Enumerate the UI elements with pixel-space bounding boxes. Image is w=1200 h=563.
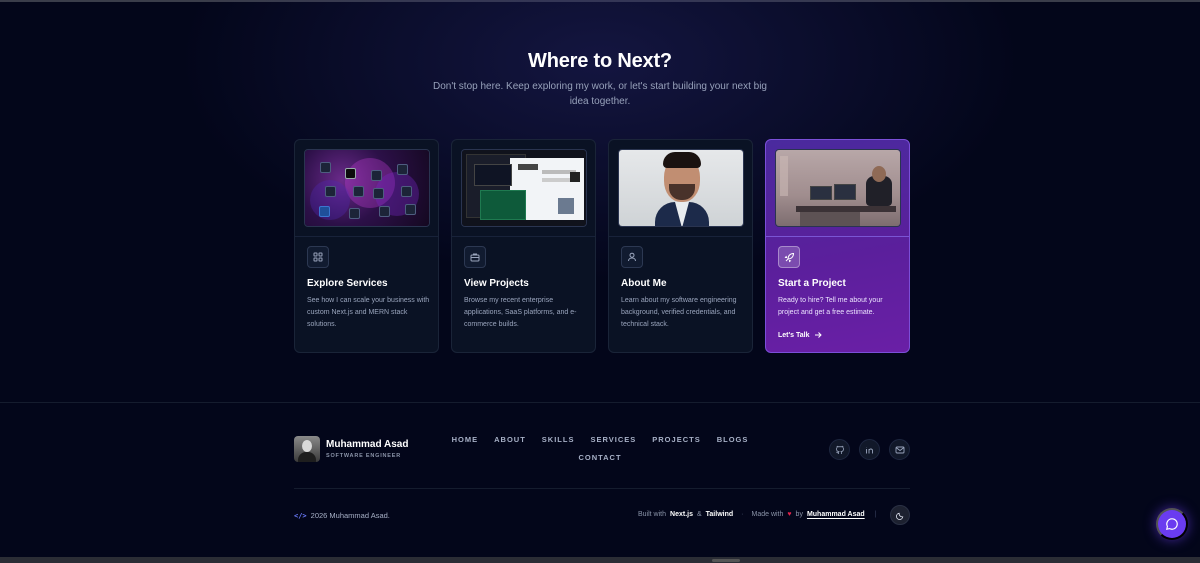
workspace-photo <box>775 149 901 227</box>
rocket-icon <box>778 246 800 268</box>
tech-stack-logos-image <box>304 149 430 227</box>
section-title: Where to Next? <box>528 50 672 72</box>
made-with-label: Made with <box>751 511 784 518</box>
built-with-label: Built with <box>638 511 667 518</box>
card-title: Start a Project <box>778 278 846 289</box>
footer-divider <box>0 402 1200 403</box>
footer-divider <box>294 488 910 489</box>
mail-icon <box>895 446 904 453</box>
card-image-area <box>609 140 752 237</box>
scrollbar-thumb[interactable] <box>712 559 740 562</box>
nav-link-projects[interactable]: PROJECTS <box>652 435 700 453</box>
copyright-text: 2026 Muhammad Asad. <box>310 511 390 520</box>
linkedin-link[interactable] <box>859 439 880 460</box>
email-link[interactable] <box>889 439 910 460</box>
brand-role: SOFTWARE ENGINEER <box>326 453 402 459</box>
section-subtitle: Don't stop here. Keep exploring my work,… <box>433 81 767 107</box>
copyright: </> 2026 Muhammad Asad. <box>294 511 390 520</box>
card-about-me[interactable]: About Me Learn about my software enginee… <box>608 139 753 353</box>
nav-link-skills[interactable]: SKILLS <box>542 435 575 453</box>
nav-link-home[interactable]: HOME <box>452 435 479 453</box>
nav-link-about[interactable]: ABOUT <box>494 435 526 453</box>
heart-icon: ♥ <box>787 511 792 518</box>
author-link[interactable]: Muhammad Asad <box>807 511 865 518</box>
separator: | <box>874 511 877 518</box>
nav-link-services[interactable]: SERVICES <box>590 435 636 453</box>
github-icon <box>835 445 844 454</box>
code-icon: </> <box>294 511 307 520</box>
theme-toggle-button[interactable] <box>890 505 910 525</box>
github-link[interactable] <box>829 439 850 460</box>
card-title: Explore Services <box>307 278 388 289</box>
card-image-area <box>295 140 438 237</box>
card-explore-services[interactable]: Explore Services See how I can scale you… <box>294 139 439 353</box>
linkedin-icon <box>865 446 873 453</box>
moon-icon <box>895 512 903 520</box>
nav-link-contact[interactable]: CONTACT <box>578 453 621 471</box>
grid-icon <box>307 246 329 268</box>
arrow-right-icon <box>814 332 822 338</box>
briefcase-icon <box>464 246 486 268</box>
card-description: Ready to hire? Tell me about your projec… <box>778 297 883 316</box>
card-image-area <box>766 140 909 237</box>
window-bottom-scrollbar <box>0 557 1200 563</box>
card-image-area <box>452 140 595 237</box>
nav-link-blogs[interactable]: BLOGS <box>717 435 749 453</box>
separator-dot: · <box>741 511 744 518</box>
footer-nav: HOME ABOUT SKILLS SERVICES PROJECTS BLOG… <box>452 435 748 471</box>
card-description: Learn about my software engineering back… <box>621 297 737 328</box>
portrait-photo <box>618 149 744 227</box>
tech-tailwind: Tailwind <box>705 511 734 518</box>
card-description: See how I can scale your business with c… <box>307 297 430 328</box>
card-title: View Projects <box>464 278 529 289</box>
lets-talk-link[interactable]: Let's Talk <box>778 331 822 339</box>
chat-button[interactable] <box>1156 508 1188 540</box>
chat-bubble-icon <box>1166 518 1178 530</box>
tech-nextjs: Next.js <box>670 511 693 518</box>
avatar[interactable] <box>294 436 320 462</box>
built-with: Built with Next.js & Tailwind · Made wit… <box>638 511 876 518</box>
cta-label: Let's Talk <box>778 331 810 339</box>
card-title: About Me <box>621 278 667 289</box>
card-start-a-project[interactable]: Start a Project Ready to hire? Tell me a… <box>765 139 910 353</box>
user-icon <box>621 246 643 268</box>
card-view-projects[interactable]: View Projects Browse my recent enterpris… <box>451 139 596 353</box>
by-label: by <box>795 511 803 518</box>
brand-name[interactable]: Muhammad Asad <box>326 439 408 450</box>
project-screenshots-image <box>461 149 587 227</box>
ampersand: & <box>696 511 702 518</box>
card-description: Browse my recent enterprise applications… <box>464 297 577 328</box>
